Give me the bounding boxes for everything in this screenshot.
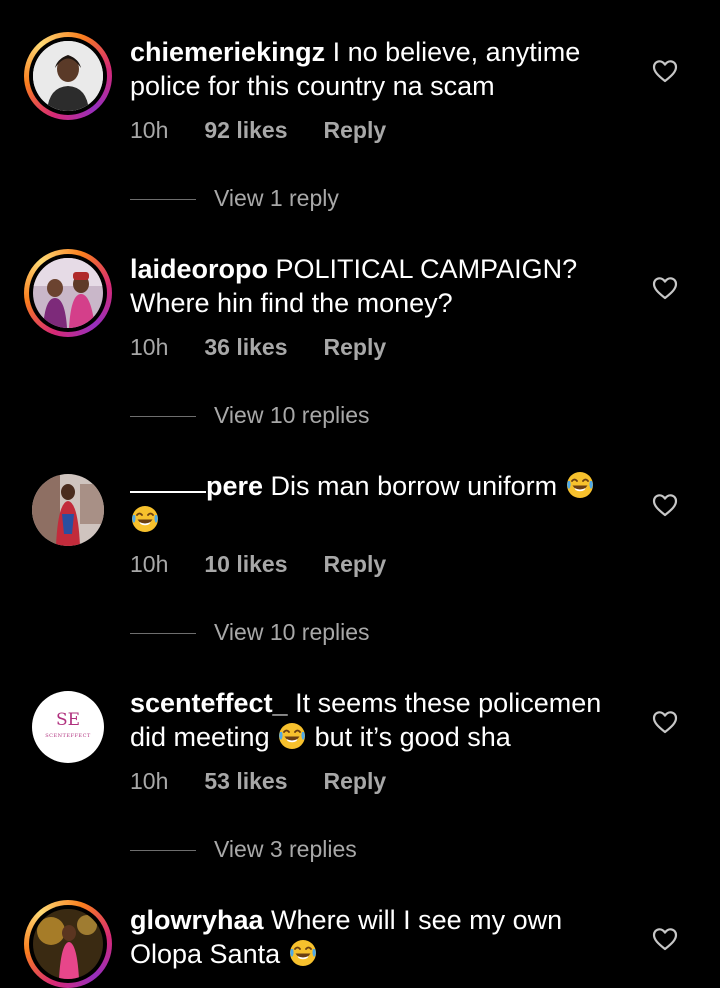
- comment-time: 10h: [130, 117, 169, 143]
- comment-username[interactable]: glowryhaa: [130, 905, 264, 935]
- comment-text: scenteffect_ It seems these policemen di…: [130, 686, 630, 754]
- comment-text: glowryhaa Where will I see my own Olopa …: [130, 903, 630, 971]
- comment-time: 10h: [130, 334, 169, 360]
- face-with-tears-of-joy-emoji: [565, 470, 595, 500]
- face-with-tears-of-joy-emoji: [277, 721, 307, 751]
- reply-button[interactable]: Reply: [324, 117, 387, 143]
- view-replies-button[interactable]: View 3 replies: [130, 836, 357, 863]
- face-with-tears-of-joy-emoji: [130, 504, 160, 534]
- comment-meta: 10h 36 likes Reply: [130, 334, 422, 361]
- avatar[interactable]: SE SCENTEFFECT: [32, 691, 104, 763]
- comment-username[interactable]: pere: [130, 471, 263, 501]
- brand-logo: SE SCENTEFFECT: [32, 691, 104, 763]
- heart-outline-icon[interactable]: [652, 927, 678, 951]
- comment-meta: 10h 53 likes Reply: [130, 768, 422, 795]
- avatar-story-ring[interactable]: [24, 32, 112, 120]
- comment-username[interactable]: scenteffect_: [130, 688, 288, 718]
- divider-line: [130, 850, 196, 852]
- comment-text: chiemeriekingz I no believe, anytime pol…: [130, 35, 630, 103]
- heart-outline-icon[interactable]: [652, 276, 678, 300]
- logo-mark: SE: [55, 710, 81, 730]
- comment-text: pere Dis man borrow uniform: [130, 469, 630, 537]
- avatar: [33, 41, 103, 111]
- view-replies-button[interactable]: View 1 reply: [130, 185, 339, 212]
- reply-button[interactable]: Reply: [324, 768, 387, 794]
- divider-line: [130, 199, 196, 201]
- avatar: [33, 909, 103, 979]
- view-replies-label: View 10 replies: [214, 619, 370, 645]
- likes-count[interactable]: 53 likes: [204, 768, 287, 794]
- heart-outline-icon[interactable]: [652, 59, 678, 83]
- view-replies-label: View 10 replies: [214, 402, 370, 428]
- comment-username[interactable]: chiemeriekingz: [130, 37, 325, 67]
- likes-count[interactable]: 92 likes: [204, 117, 287, 143]
- heart-outline-icon[interactable]: [652, 710, 678, 734]
- heart-outline-icon[interactable]: [652, 493, 678, 517]
- avatar[interactable]: [32, 474, 104, 546]
- face-with-tears-of-joy-emoji: [288, 938, 318, 968]
- avatar: [33, 258, 103, 328]
- username-underscores: [130, 491, 206, 493]
- comment-body: Dis man borrow uniform: [263, 471, 565, 501]
- view-replies-label: View 3 replies: [214, 836, 357, 862]
- avatar-story-ring[interactable]: [24, 249, 112, 337]
- view-replies-button[interactable]: View 10 replies: [130, 619, 370, 646]
- username-label: pere: [206, 471, 264, 501]
- comment-body-continued: but it’s good sha: [307, 722, 511, 752]
- likes-count[interactable]: 10 likes: [204, 551, 287, 577]
- likes-count[interactable]: 36 likes: [204, 334, 287, 360]
- logo-text: SCENTEFFECT: [45, 733, 91, 739]
- avatar-story-ring[interactable]: [24, 900, 112, 988]
- comment-time: 10h: [130, 768, 169, 794]
- comment-meta: 10h 92 likes Reply: [130, 117, 422, 144]
- reply-button[interactable]: Reply: [324, 551, 387, 577]
- view-replies-button[interactable]: View 10 replies: [130, 402, 370, 429]
- reply-button[interactable]: Reply: [324, 334, 387, 360]
- comment-username[interactable]: laideoropo: [130, 254, 268, 284]
- comment-meta: 10h 10 likes Reply: [130, 551, 422, 578]
- view-replies-label: View 1 reply: [214, 185, 339, 211]
- divider-line: [130, 416, 196, 418]
- comment-time: 10h: [130, 551, 169, 577]
- comment-text: laideoropo POLITICAL CAMPAIGN? Where hin…: [130, 252, 630, 320]
- divider-line: [130, 633, 196, 635]
